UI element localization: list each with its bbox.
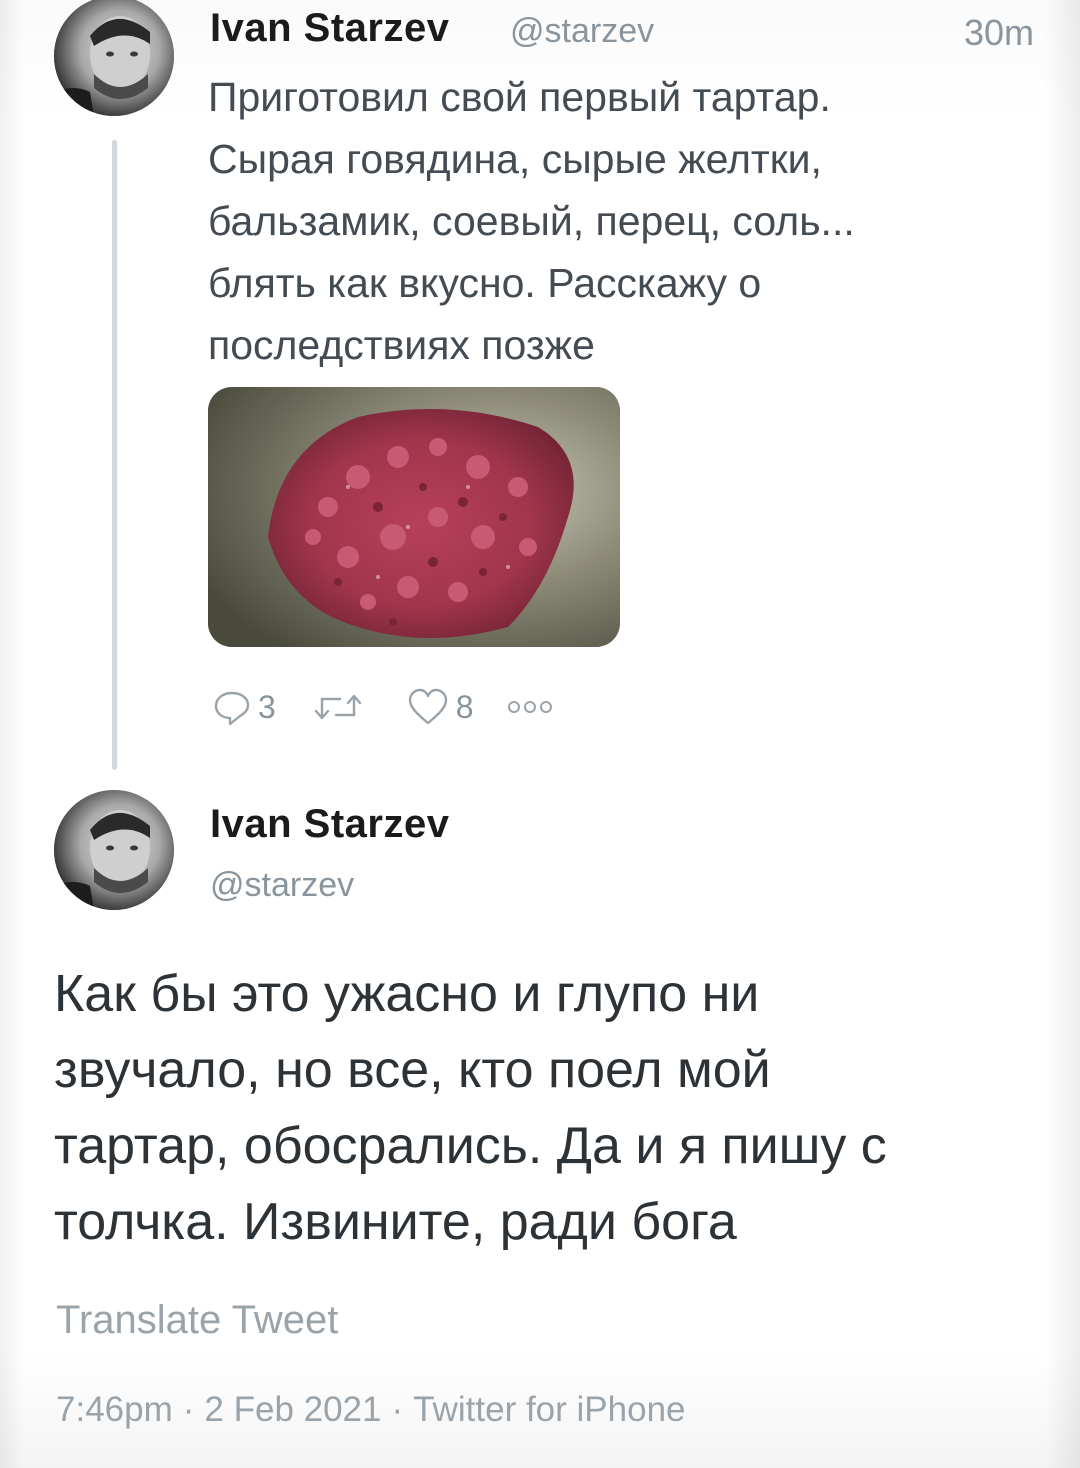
more-options-button[interactable] [504, 697, 556, 717]
tweet-meta: 7:46pm · 2 Feb 2021 · Twitter for iPhone [56, 1390, 686, 1430]
tweet-text-line: тартар, обосрались. Да и я пишу с [54, 1117, 887, 1175]
tweet-actions-bar: 3 8 [212, 682, 556, 732]
like-button[interactable]: 8 [406, 687, 474, 727]
more-dots-icon [504, 697, 556, 717]
tweet-text-line: бальзамик, соевый, перец, соль... [208, 198, 855, 244]
tweet-text: Приготовил свой первый тартар. Сырая гов… [208, 66, 1008, 376]
left-edge-shade [0, 0, 24, 1468]
translate-tweet-link[interactable]: Translate Tweet [56, 1298, 338, 1343]
tweet-text-line: Как бы это ужасно и глупо ни [54, 965, 760, 1023]
author-handle[interactable]: @starzev [510, 12, 654, 51]
tweet-text-line: Сырая говядина, сырые желтки, [208, 136, 822, 182]
tweet-thread-screen: Ivan Starzev @starzev 30m Приготовил сво… [0, 0, 1080, 1468]
tweet-text-line: последствиях позже [208, 322, 595, 368]
tweet-date[interactable]: 2 Feb 2021 [204, 1390, 381, 1429]
tweet-time[interactable]: 30m [964, 12, 1034, 54]
thread-connector-line [112, 140, 117, 770]
author-name[interactable]: Ivan Starzev [210, 802, 449, 847]
author-handle[interactable]: @starzev [210, 866, 354, 905]
reply-count: 3 [258, 688, 276, 725]
tweet-text-line: звучало, но все, кто поел мой [54, 1041, 771, 1099]
meta-separator: · [391, 1390, 404, 1429]
reply-icon [212, 687, 252, 727]
tweet-text-line: толчка. Извините, ради бога [54, 1193, 737, 1251]
like-count: 8 [455, 688, 474, 725]
tweet-text-line: Приготовил свой первый тартар. [208, 74, 831, 120]
author-avatar[interactable] [54, 790, 174, 910]
retweet-button[interactable] [312, 687, 364, 727]
author-avatar[interactable] [54, 0, 174, 116]
tweet-text: Как бы это ужасно и глупо ни звучало, но… [54, 956, 1054, 1260]
retweet-icon [312, 687, 364, 727]
heart-icon [406, 687, 450, 727]
reply-button[interactable]: 3 [212, 687, 276, 727]
tweet-source[interactable]: Twitter for iPhone [413, 1390, 685, 1429]
meta-separator: · [182, 1390, 195, 1429]
tweet-photo-tartare[interactable] [208, 387, 620, 647]
tweet-time[interactable]: 7:46pm [56, 1390, 173, 1429]
author-name[interactable]: Ivan Starzev [210, 6, 449, 51]
tweet-text-line: блять как вкусно. Расскажу о [208, 260, 762, 306]
